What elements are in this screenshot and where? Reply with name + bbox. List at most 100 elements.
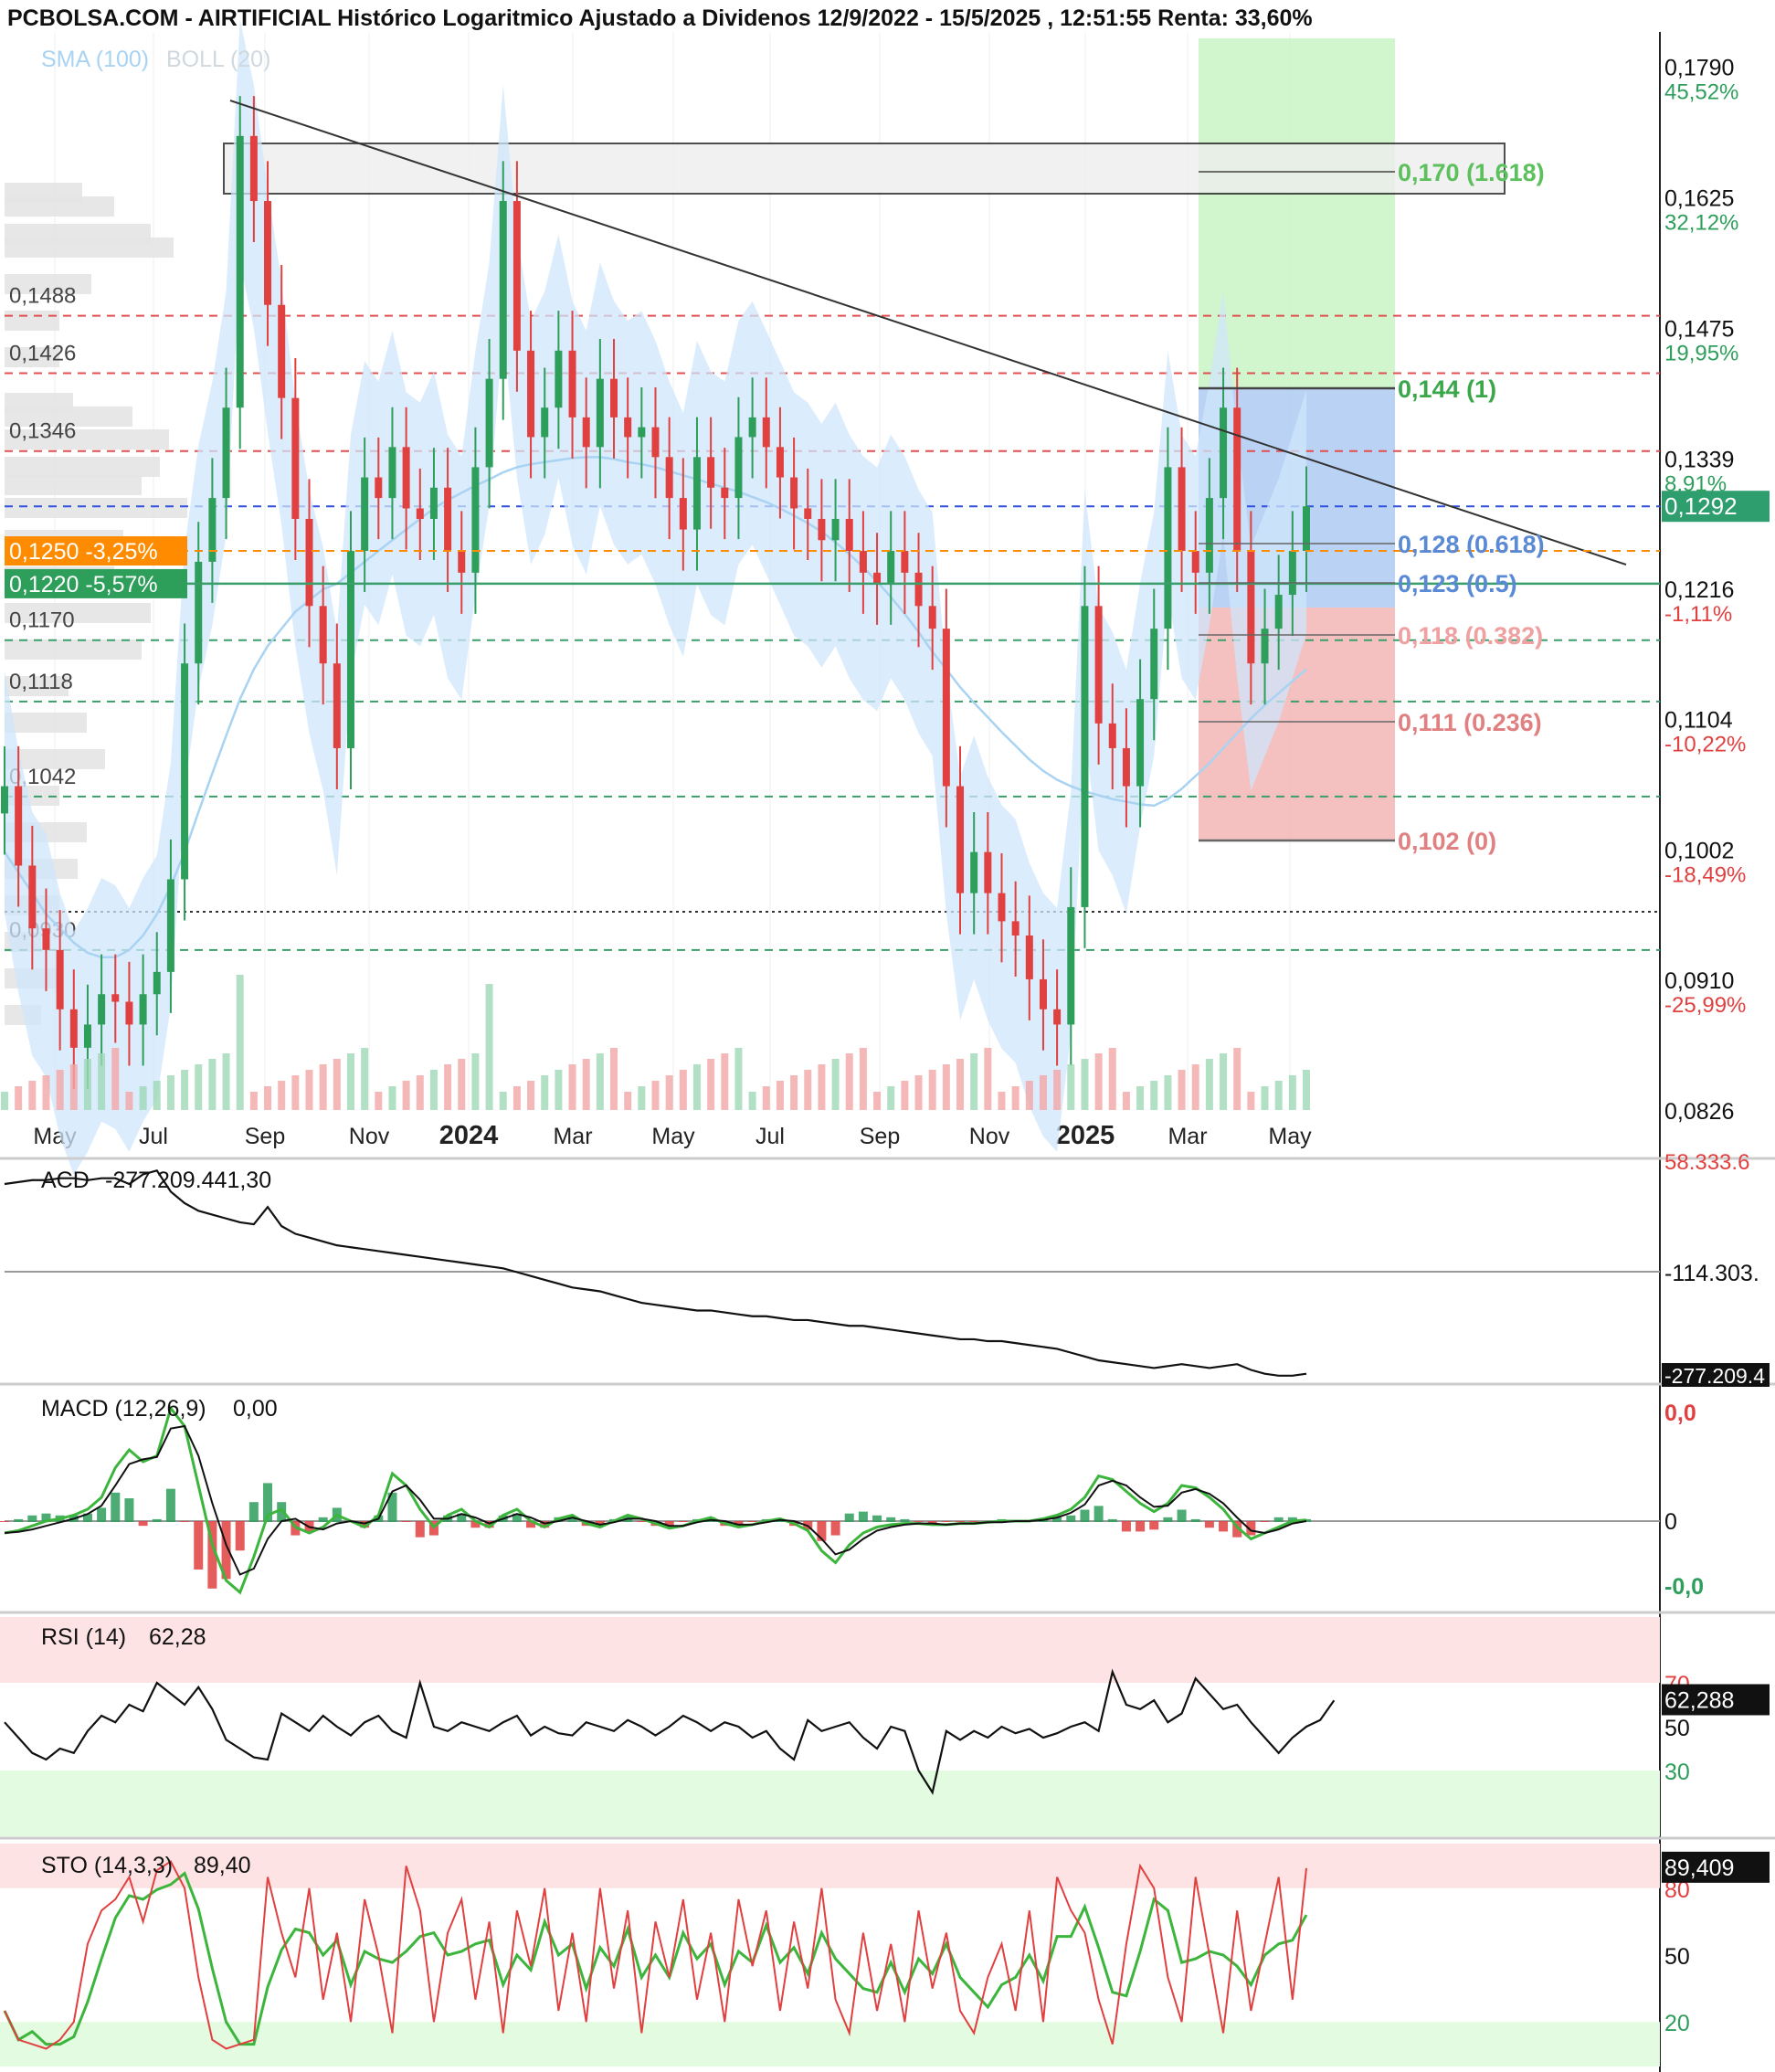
candle: [388, 447, 396, 499]
volume-bar: [831, 1059, 840, 1110]
x-tick-label: Mar: [1167, 1124, 1207, 1149]
candle: [166, 879, 174, 972]
volume-bar: [845, 1053, 853, 1110]
volume-bar: [111, 1048, 120, 1110]
volume-bar: [776, 1081, 784, 1110]
x-tick-label: Nov: [349, 1124, 390, 1149]
volume-bar: [679, 1070, 687, 1110]
candle: [707, 457, 715, 488]
volume-profile-bar: [5, 311, 59, 331]
volume-bar: [166, 1075, 174, 1110]
candle: [181, 663, 189, 880]
candle: [139, 994, 147, 1025]
volume-bar: [970, 1053, 978, 1110]
volume-bar: [804, 1070, 812, 1110]
legend-boll: BOLL (20): [166, 47, 270, 72]
macd-histogram-bar: [1219, 1521, 1229, 1532]
chart-title: PCBOLSA.COM - AIRTIFICIAL Histórico Loga…: [7, 5, 1313, 31]
candle: [125, 1001, 133, 1025]
volume-bar: [568, 1064, 576, 1110]
right-axis-price: 0,1216: [1664, 577, 1734, 603]
candle: [845, 518, 853, 552]
volume-bar: [1, 1092, 8, 1110]
macd-histogram-bar: [1066, 1515, 1076, 1522]
macd-histogram-bar: [941, 1521, 951, 1522]
acd-label: ACD: [41, 1168, 90, 1193]
volume-bar: [721, 1053, 729, 1110]
candle: [970, 851, 978, 893]
volume-bar: [471, 1053, 480, 1110]
rsi-oversold-zone: [0, 1771, 1660, 1836]
resistance-box: [223, 143, 1506, 195]
candle: [665, 457, 673, 499]
volume-bar: [1067, 1064, 1075, 1110]
volume-bar: [499, 1092, 507, 1110]
candle: [998, 893, 1006, 922]
candle: [1, 786, 8, 814]
macd-histogram-bar: [914, 1521, 924, 1522]
volume-bar: [1011, 1086, 1020, 1110]
volume-bar: [748, 1092, 756, 1110]
volume-bar: [512, 1086, 521, 1110]
candle: [901, 551, 909, 573]
sto-current-label: 89,409: [1664, 1855, 1734, 1881]
volume-bar: [873, 1092, 882, 1110]
fib-label: 0,128 (0.618): [1398, 531, 1545, 558]
fib-label: 0,118 (0.382): [1398, 622, 1543, 650]
candle: [264, 201, 272, 305]
fib-label: 0,102 (0): [1398, 828, 1496, 855]
right-axis-pct: -10,22%: [1664, 732, 1746, 756]
volume-bar: [1053, 1070, 1062, 1110]
candle: [1053, 1009, 1062, 1025]
volume-bar: [859, 1048, 867, 1110]
rsi-current-label: 62,288: [1664, 1687, 1734, 1713]
volume-bar: [195, 1064, 203, 1110]
candle: [541, 407, 549, 438]
volume-bar: [361, 1048, 369, 1110]
volume-bar: [319, 1064, 327, 1110]
volume-bar: [28, 1081, 37, 1110]
sto-label: STO (14,3,3): [41, 1853, 173, 1878]
volume-bar: [1205, 1059, 1213, 1110]
level-label: 0,1346: [9, 419, 76, 444]
volume-bar: [98, 1053, 106, 1110]
volume-bar: [901, 1081, 909, 1110]
volume-bar: [291, 1075, 300, 1110]
acd-axis-mid: -114.303.: [1664, 1261, 1759, 1286]
volume-bar: [264, 1086, 272, 1110]
candle: [1011, 921, 1020, 936]
candle: [402, 447, 410, 509]
macd-histogram-bar: [152, 1518, 162, 1522]
volume-bar: [1136, 1086, 1145, 1110]
candle: [249, 135, 258, 202]
volume-bar: [998, 1092, 1006, 1110]
candle: [236, 135, 244, 408]
candle: [1247, 551, 1255, 664]
current-price-label: 0,1292: [1664, 492, 1738, 520]
volume-bar: [402, 1081, 410, 1110]
candle: [222, 407, 230, 499]
candle: [555, 350, 563, 408]
candle: [582, 417, 590, 448]
candle: [1220, 407, 1228, 499]
volume-bar: [1303, 1070, 1310, 1110]
volume-bar: [388, 1086, 396, 1110]
volume-bar: [278, 1081, 286, 1110]
macd-histogram-bar: [138, 1521, 148, 1527]
sto-axis-50: 50: [1664, 1944, 1690, 1970]
macd-histogram-bar: [1273, 1517, 1284, 1522]
candle: [499, 201, 507, 379]
volume-bar: [527, 1081, 535, 1110]
candle: [721, 487, 729, 499]
right-axis-price: 0,1104: [1664, 707, 1733, 733]
volume-bar: [984, 1048, 992, 1110]
candle: [776, 447, 784, 478]
volume-bar: [56, 1070, 64, 1110]
candle: [831, 518, 840, 541]
volume-bar: [790, 1075, 798, 1110]
x-tick-label: Mar: [553, 1124, 592, 1149]
level-label: 0,1488: [9, 284, 76, 309]
candle: [610, 378, 618, 418]
volume-profile-bar: [5, 196, 114, 217]
volume-bar: [541, 1075, 549, 1110]
